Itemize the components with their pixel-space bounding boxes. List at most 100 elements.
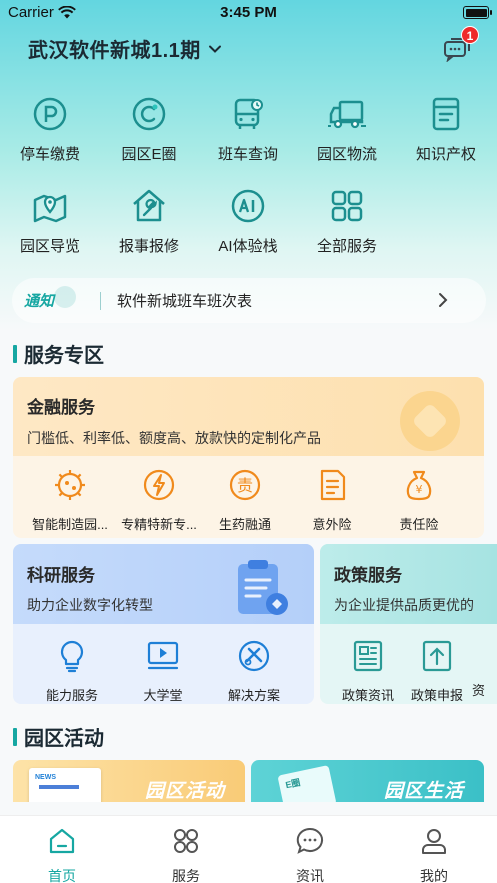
quick-logistics[interactable]: 园区物流 <box>298 94 396 164</box>
clock: 3:45 PM <box>220 4 277 21</box>
quick-label: 停车缴费 <box>19 146 80 163</box>
finance-item[interactable]: 责 生药融通 <box>198 468 292 533</box>
status-bar: Carrier 3:45 PM <box>0 0 497 26</box>
quick-bus[interactable]: 班车查询 <box>199 94 297 164</box>
research-item[interactable]: 解决方案 <box>204 639 304 704</box>
quick-repair[interactable]: 报事报修 <box>100 186 198 256</box>
quick-label: 报事报修 <box>118 238 179 255</box>
finance-item-label: 生药融通 <box>218 517 271 532</box>
policy-item[interactable]: 政策申报 <box>403 639 471 704</box>
notice-divider <box>100 291 101 310</box>
parking-icon <box>30 94 70 134</box>
policy-item[interactable]: 资 <box>472 639 497 699</box>
tab-news[interactable]: 资讯 <box>248 826 372 883</box>
finance-item-label: 智能制造园... <box>32 517 108 532</box>
finance-item[interactable]: 智能制造园... <box>23 468 117 533</box>
quick-label: 全部服务 <box>316 238 377 255</box>
lightbulb-icon <box>60 640 84 673</box>
e-circle-icon <box>129 94 169 134</box>
all-services-icon <box>327 186 367 226</box>
policy-item-label: 政策申报 <box>410 688 463 703</box>
quick-label: 园区物流 <box>316 146 377 163</box>
section-bar <box>13 344 17 363</box>
quick-label: 知识产权 <box>415 146 476 163</box>
section-services: 服务专区 <box>13 339 104 368</box>
finance-item[interactable]: 专精特新专... <box>112 468 206 533</box>
tab-bar: 首页 服务 资讯 我的 <box>0 815 497 883</box>
research-title: 科研服务 <box>27 566 95 585</box>
quick-e-circle[interactable]: 园区E圈 <box>100 94 198 164</box>
home-icon <box>49 828 75 854</box>
news-icon <box>353 640 383 672</box>
chevron-down-icon <box>208 45 221 53</box>
tab-label: 资讯 <box>296 868 324 883</box>
park-title: 武汉软件新城1.1期 <box>28 40 201 62</box>
policy-item-label: 政策资讯 <box>341 688 394 703</box>
finance-item[interactable]: 意外险 <box>285 468 379 533</box>
tab-services[interactable]: 服务 <box>124 826 248 883</box>
quick-label: 班车查询 <box>217 146 278 163</box>
map-icon <box>30 186 70 226</box>
activity-label: 园区活动 <box>144 781 225 802</box>
truck-icon <box>327 94 367 134</box>
park-selector[interactable]: 武汉软件新城1.1期 <box>28 34 223 63</box>
section-bar <box>13 727 17 746</box>
news-thumbnail: NEWS <box>29 768 101 802</box>
quick-label: 园区导览 <box>19 238 80 255</box>
section-title: 服务专区 <box>24 345 104 367</box>
activity-banner-life[interactable]: E圈 园区生活 <box>251 760 484 802</box>
section-title: 园区活动 <box>24 728 104 750</box>
clipboard-icon <box>238 560 288 615</box>
research-card[interactable]: 科研服务 助力企业数字化转型 能力服务 大学堂 解决方案 <box>13 544 314 704</box>
finance-item[interactable]: ¥ 责任险 <box>372 468 466 533</box>
quick-all[interactable]: 全部服务 <box>298 186 396 256</box>
money-bag-icon: ¥ <box>406 470 432 501</box>
research-subtitle: 助力企业数字化转型 <box>27 597 153 613</box>
repair-icon <box>129 186 169 226</box>
book-icon <box>426 94 466 134</box>
svg-text:责: 责 <box>237 476 253 495</box>
tab-label: 首页 <box>48 868 76 883</box>
notice-tag: 通知 <box>24 286 76 311</box>
lightning-icon <box>143 469 175 501</box>
research-item-label: 能力服务 <box>45 688 98 703</box>
tab-label: 服务 <box>172 868 200 883</box>
research-item[interactable]: 大学堂 <box>113 639 213 704</box>
research-item-label: 大学堂 <box>143 688 183 703</box>
finance-item-label: 专精特新专... <box>121 517 197 532</box>
gear-chip-icon <box>55 470 85 500</box>
ai-icon <box>228 186 268 226</box>
quick-parking[interactable]: 停车缴费 <box>1 94 99 164</box>
quick-ai[interactable]: AI体验栈 <box>199 186 297 256</box>
quick-label: 园区E圈 <box>121 146 177 163</box>
section-activities: 园区活动 <box>13 722 104 751</box>
tab-profile[interactable]: 我的 <box>372 826 496 883</box>
message-badge: 1 <box>461 26 479 44</box>
finance-subtitle: 门槛低、利率低、额度高、放款快的定制化产品 <box>27 430 321 446</box>
policy-subtitle: 为企业提供品质更优的 <box>334 597 474 613</box>
policy-item[interactable]: 政策资讯 <box>334 639 402 704</box>
user-icon <box>422 829 446 854</box>
video-icon <box>147 641 179 670</box>
services-icon <box>174 829 198 853</box>
notice-bar[interactable]: 通知 软件新城班车班次表 <box>12 278 486 323</box>
finance-card[interactable]: 金融服务 门槛低、利率低、额度高、放款快的定制化产品 智能制造园... 专精特新… <box>13 377 484 538</box>
policy-title: 政策服务 <box>334 566 402 585</box>
solution-icon <box>238 640 270 672</box>
svg-text:¥: ¥ <box>416 483 423 496</box>
research-item[interactable]: 能力服务 <box>22 639 122 704</box>
message-button[interactable]: 1 <box>443 26 479 63</box>
policy-card[interactable]: 政策服务 为企业提供品质更优的 政策资讯 政策申报 资 <box>320 544 497 704</box>
e-card-thumbnail: E圈 <box>277 765 337 802</box>
quick-guide[interactable]: 园区导览 <box>1 186 99 256</box>
finance-item-label: 意外险 <box>312 517 352 532</box>
coin-icon <box>400 391 460 451</box>
quick-label: AI体验栈 <box>218 238 278 255</box>
battery-icon <box>463 6 492 19</box>
tab-home[interactable]: 首页 <box>0 826 124 883</box>
finance-item-label: 责任险 <box>399 517 439 532</box>
notice-text: 软件新城班车班次表 <box>117 293 253 310</box>
liability-icon: 责 <box>229 469 261 501</box>
activity-banner-events[interactable]: NEWS 园区活动 <box>13 760 245 802</box>
quick-ip[interactable]: 知识产权 <box>397 94 495 164</box>
